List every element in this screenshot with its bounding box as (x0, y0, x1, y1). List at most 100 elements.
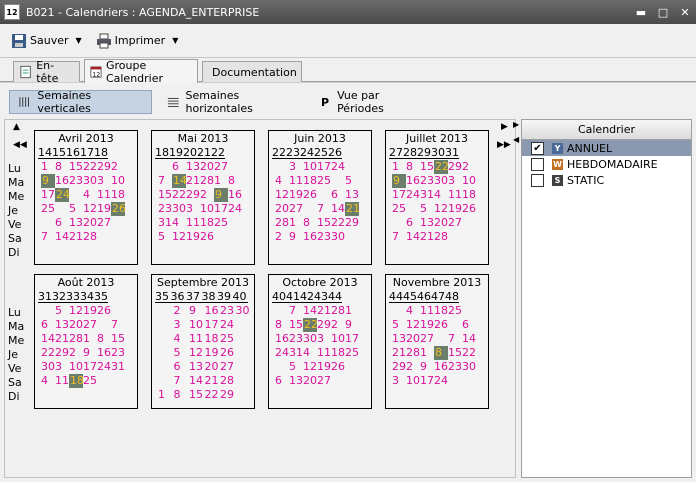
day-cell[interactable]: 21 (392, 346, 406, 360)
day-cell[interactable]: 6 (174, 360, 190, 374)
day-cell[interactable]: 26 (220, 346, 236, 360)
day-cell[interactable]: 27 (83, 318, 97, 332)
day-cell[interactable]: 24 (331, 160, 345, 174)
day-cell[interactable]: 23 (317, 230, 331, 244)
day-cell[interactable]: 11 (448, 188, 462, 202)
day-cell[interactable]: 1 (345, 304, 359, 318)
day-cell[interactable]: 11 (97, 188, 111, 202)
day-cell[interactable]: 16 (434, 360, 448, 374)
day-cell[interactable]: 7 (392, 230, 406, 244)
day-cell[interactable]: 9 (41, 174, 55, 188)
day-cell[interactable]: 19 (83, 304, 97, 318)
day-cell[interactable]: 8 (228, 174, 242, 188)
day-cell[interactable]: 8 (275, 318, 289, 332)
day-cell[interactable]: 9 (83, 346, 97, 360)
day-cell[interactable]: 25 (392, 202, 406, 216)
day-cell[interactable]: 10 (303, 160, 317, 174)
day-cell[interactable]: 9 (289, 230, 303, 244)
day-cell[interactable]: 30 (434, 174, 448, 188)
day-cell[interactable]: 4 (172, 216, 186, 230)
day-cell[interactable]: 1 (214, 174, 228, 188)
maximize-button[interactable]: □ (652, 3, 674, 21)
day-cell[interactable]: 7 (289, 304, 303, 318)
day-cell[interactable]: 1 (392, 160, 406, 174)
day-cell[interactable]: 4 (406, 304, 420, 318)
horizontal-weeks-button[interactable]: Semaines horizontales (158, 89, 306, 115)
day-cell[interactable]: 22 (331, 216, 345, 230)
day-cell[interactable]: 27 (289, 202, 303, 216)
day-cell[interactable]: 30 (172, 202, 186, 216)
day-cell[interactable]: 12 (83, 202, 97, 216)
day-cell[interactable]: 17 (214, 202, 228, 216)
day-cell[interactable]: 14 (406, 230, 420, 244)
day-cell[interactable]: 11 (55, 374, 69, 388)
day-cell[interactable]: 8 (434, 346, 448, 360)
vertical-weeks-button[interactable]: Semaines verticales (9, 89, 152, 115)
day-cell[interactable]: 24 (55, 188, 70, 202)
day-cell[interactable]: 1 (41, 160, 55, 174)
day-cell[interactable]: 11 (317, 346, 331, 360)
day-cell[interactable]: 17 (420, 374, 434, 388)
day-cell[interactable]: 13 (289, 374, 303, 388)
day-cell[interactable]: 18 (200, 216, 214, 230)
day-cell[interactable]: 4 (275, 174, 289, 188)
day-cell[interactable]: 3 (392, 374, 406, 388)
day-cell[interactable]: 25 (317, 174, 331, 188)
day-cell[interactable]: 12 (434, 202, 448, 216)
day-cell[interactable]: 7 (41, 230, 55, 244)
day-cell[interactable]: 21 (69, 230, 83, 244)
day-cell[interactable]: 3 (174, 318, 190, 332)
day-cell[interactable]: 7 (111, 318, 125, 332)
day-cell[interactable]: 26 (303, 188, 317, 202)
day-cell[interactable]: 15 (69, 160, 83, 174)
day-cell[interactable]: 12 (303, 360, 317, 374)
day-cell[interactable]: 9 (345, 318, 359, 332)
day-cell[interactable]: 18 (69, 374, 84, 388)
tab-entete[interactable]: En-tête (13, 59, 80, 85)
day-cell[interactable]: 1 (420, 346, 434, 360)
day-cell[interactable]: 5 (345, 174, 359, 188)
day-cell[interactable]: 19 (289, 188, 303, 202)
day-cell[interactable]: 23 (420, 174, 434, 188)
day-cell[interactable]: 25 (214, 216, 228, 230)
calendar-list-item[interactable]: W HEBDOMADAIRE (522, 156, 691, 172)
day-cell[interactable]: 4 (174, 332, 190, 346)
close-button[interactable]: ✕ (674, 3, 696, 21)
day-cell[interactable]: 28 (200, 174, 214, 188)
day-cell[interactable]: 17 (317, 160, 331, 174)
day-cell[interactable]: 30 (303, 332, 317, 346)
day-cell[interactable]: 17 (205, 318, 221, 332)
day-cell[interactable]: 6 (462, 318, 476, 332)
day-cell[interactable]: 14 (331, 202, 345, 216)
day-cell[interactable]: 22 (41, 346, 55, 360)
day-cell[interactable]: 10 (406, 374, 420, 388)
day-cell[interactable]: 6 (172, 160, 186, 174)
day-cell[interactable]: 2 (200, 188, 214, 202)
calendar-checkbox[interactable] (531, 157, 544, 171)
day-cell[interactable]: 24 (228, 202, 242, 216)
day-cell[interactable]: 5 (392, 318, 406, 332)
day-cell[interactable]: 6 (331, 188, 345, 202)
day-cell[interactable]: 13 (69, 216, 83, 230)
day-cell[interactable]: 4 (83, 188, 97, 202)
day-cell[interactable]: 11 (289, 174, 303, 188)
day-cell[interactable]: 2 (331, 318, 345, 332)
day-cell[interactable]: 15 (158, 188, 172, 202)
day-cell[interactable]: 26 (200, 230, 214, 244)
day-cell[interactable]: 27 (214, 160, 228, 174)
day-cell[interactable]: 16 (303, 230, 317, 244)
day-cell[interactable]: 12 (172, 230, 186, 244)
day-cell[interactable]: 13 (55, 318, 69, 332)
scroll-up-icon[interactable]: ▲ (13, 122, 20, 132)
day-cell[interactable]: 16 (275, 332, 289, 346)
day-cell[interactable]: 31 (158, 216, 172, 230)
day-cell[interactable]: 9 (189, 304, 205, 318)
day-cell[interactable]: 28 (434, 230, 448, 244)
day-cell[interactable]: 27 (448, 216, 462, 230)
day-cell[interactable]: 22 (434, 160, 449, 174)
day-cell[interactable]: 21 (317, 304, 331, 318)
day-cell[interactable]: 28 (83, 230, 97, 244)
day-cell[interactable]: 3 (186, 202, 200, 216)
day-cell[interactable]: 5 (289, 360, 303, 374)
day-cell[interactable]: 18 (111, 188, 125, 202)
